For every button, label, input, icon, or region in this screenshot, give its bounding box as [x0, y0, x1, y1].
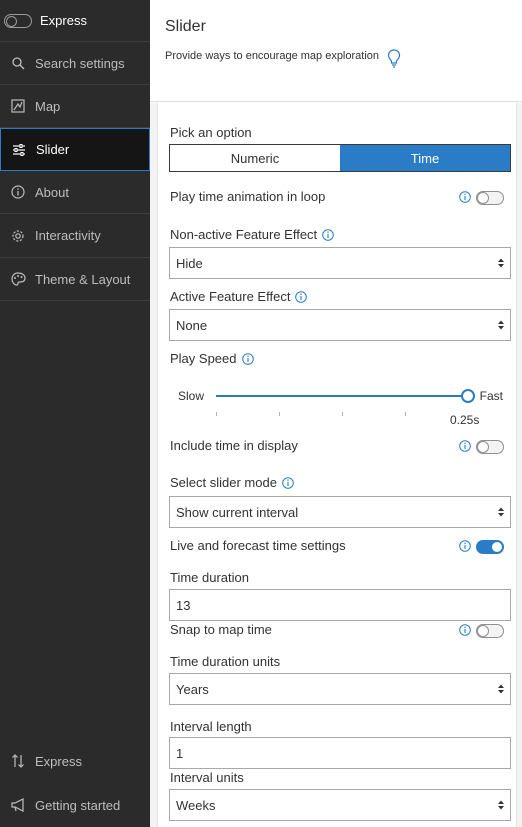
slider-icon — [11, 142, 27, 158]
play-speed-slider[interactable]: Slow Fast — [178, 386, 503, 416]
slider-mode-select[interactable]: Show current interval — [169, 496, 511, 528]
page-subtitle: Provide ways to encourage map exploratio… — [165, 50, 380, 62]
speed-value: 0.25s — [450, 413, 480, 427]
sidebar-item-map[interactable]: Map — [0, 85, 150, 128]
live-forecast-label: Live and forecast time settings — [170, 538, 346, 553]
gear-icon — [10, 228, 26, 244]
interval-length-input[interactable]: 1 — [169, 737, 511, 769]
lightbulb-icon[interactable] — [387, 48, 401, 71]
slider-mode-value: Show current interval — [176, 504, 299, 520]
nonactive-effect-label-text: Non-active Feature Effect — [170, 227, 318, 242]
loop-label: Play time animation in loop — [170, 189, 326, 204]
sidebar: Express Search settings Map Slider About… — [0, 0, 150, 827]
sidebar-item-getting-started[interactable]: Getting started — [0, 783, 150, 827]
express-mode-toggle[interactable]: Express — [0, 0, 150, 42]
include-time-label: Include time in display — [170, 438, 298, 453]
map-icon — [10, 98, 26, 114]
slider-mode-label: Select slider mode — [170, 475, 294, 490]
page-title: Slider — [165, 18, 206, 35]
sidebar-item-about[interactable]: About — [0, 171, 150, 214]
snap-map-time-label: Snap to map time — [170, 622, 272, 637]
active-effect-value: None — [176, 317, 208, 333]
nonactive-effect-select[interactable]: Hide — [169, 247, 511, 279]
duration-units-label: Time duration units — [170, 654, 281, 669]
time-duration-input[interactable]: 13 — [169, 589, 511, 621]
slider-tick — [342, 412, 343, 416]
play-speed-label: Play Speed — [170, 351, 254, 366]
interval-units-select[interactable]: Weeks — [169, 789, 511, 821]
sidebar-item-theme-layout[interactable]: Theme & Layout — [0, 258, 150, 301]
page-header: Slider Provide ways to encourage map exp… — [150, 0, 522, 102]
option-numeric[interactable]: Numeric — [170, 145, 340, 171]
info-icon — [10, 184, 26, 200]
sidebar-item-express[interactable]: Express — [0, 739, 150, 783]
mode-switch[interactable] — [4, 13, 32, 28]
select-caret-icon — [497, 799, 505, 811]
active-effect-select[interactable]: None — [169, 309, 511, 341]
nonactive-effect-label: Non-active Feature Effect — [170, 227, 334, 242]
active-effect-label: Active Feature Effect — [170, 289, 308, 304]
duration-units-select[interactable]: Years — [169, 673, 511, 705]
nonactive-effect-value: Hide — [176, 255, 203, 271]
loop-toggle[interactable] — [476, 191, 504, 205]
info-icon[interactable] — [459, 190, 471, 203]
sidebar-item-label: Slider — [36, 142, 70, 157]
sidebar-item-label: Express — [35, 753, 82, 769]
sidebar-item-label: Search settings — [35, 55, 125, 71]
speed-fast-label: Fast — [479, 389, 503, 403]
info-icon[interactable] — [241, 352, 254, 365]
sidebar-item-interactivity[interactable]: Interactivity — [0, 214, 150, 258]
info-icon[interactable] — [322, 228, 334, 241]
slider-tick — [279, 412, 280, 416]
select-caret-icon — [497, 506, 505, 518]
interval-length-value: 1 — [176, 745, 184, 761]
info-icon[interactable] — [459, 623, 471, 636]
snap-map-time-toggle[interactable] — [476, 624, 504, 638]
speed-slow-label: Slow — [178, 389, 205, 403]
sidebar-bottom: Express Getting started — [0, 739, 150, 827]
info-icon[interactable] — [282, 476, 294, 489]
select-caret-icon — [497, 319, 505, 331]
mode-label: Express — [40, 13, 87, 28]
interval-units-value: Weeks — [176, 797, 216, 813]
select-caret-icon — [497, 683, 505, 695]
slider-tick — [216, 412, 217, 416]
live-forecast-toggle[interactable] — [476, 540, 504, 554]
sidebar-item-label: Map — [35, 98, 61, 114]
include-time-toggle[interactable] — [476, 440, 504, 454]
duration-units-value: Years — [176, 681, 209, 697]
pick-option-label: Pick an option — [170, 125, 252, 140]
search-icon — [10, 55, 26, 71]
sort-arrows-icon — [10, 753, 26, 769]
interval-units-label: Interval units — [170, 770, 244, 785]
settings-main: Pick an option Numeric Time Play time an… — [150, 103, 522, 827]
slider-settings-panel: Pick an option Numeric Time Play time an… — [157, 103, 517, 827]
sidebar-item-label: Getting started — [35, 797, 121, 813]
slider-tick — [405, 412, 406, 416]
info-icon[interactable] — [459, 539, 471, 552]
option-segmented-control[interactable]: Numeric Time — [169, 144, 511, 172]
option-time[interactable]: Time — [340, 145, 510, 171]
palette-icon — [10, 271, 26, 287]
time-duration-value: 13 — [176, 597, 191, 613]
sidebar-item-label: About — [35, 184, 69, 200]
sidebar-item-search-settings[interactable]: Search settings — [0, 42, 150, 85]
slider-track[interactable] — [216, 395, 468, 416]
time-duration-label: Time duration — [170, 570, 249, 585]
select-caret-icon — [497, 257, 505, 269]
sidebar-item-label: Theme & Layout — [35, 271, 131, 287]
interval-length-label: Interval length — [170, 719, 252, 734]
play-speed-label-text: Play Speed — [170, 351, 237, 366]
sidebar-item-label: Interactivity — [35, 228, 101, 243]
info-icon[interactable] — [295, 290, 308, 303]
info-icon[interactable] — [459, 439, 471, 452]
page-subtitle-row: Provide ways to encourage map exploratio… — [165, 48, 507, 71]
active-effect-label-text: Active Feature Effect — [170, 289, 291, 304]
slider-mode-label-text: Select slider mode — [170, 475, 277, 490]
slider-thumb[interactable] — [461, 389, 475, 403]
megaphone-icon — [10, 797, 26, 813]
sidebar-item-slider[interactable]: Slider — [0, 128, 150, 171]
